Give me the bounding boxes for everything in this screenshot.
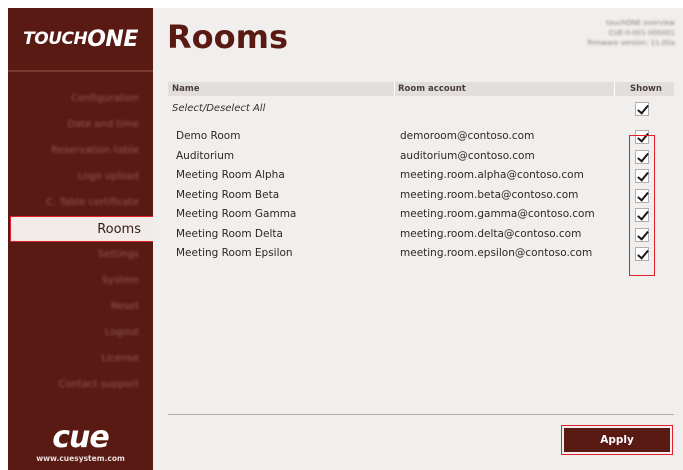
sidebar-item-date-and-time[interactable]: Date and time: [8, 112, 153, 138]
sidebar-item-contact-support[interactable]: Contact support: [8, 372, 153, 398]
room-account: meeting.room.beta@contoso.com: [400, 188, 579, 201]
column-header-account: Room account: [398, 84, 466, 94]
column-divider: [614, 82, 615, 96]
room-account: meeting.room.gamma@contoso.com: [400, 208, 595, 220]
table-row: Meeting Room Gamma meeting.room.gamma@co…: [168, 205, 674, 225]
select-all-checkbox[interactable]: [635, 102, 649, 116]
main-panel: Rooms touchONE overview CUE-0-001-000001…: [153, 8, 683, 470]
table-row: Meeting Room Delta meeting.room.delta@co…: [168, 225, 674, 245]
shown-checkbox[interactable]: [635, 169, 649, 183]
shown-checkbox[interactable]: [635, 188, 649, 203]
room-rows: Demo Room demoroom@contoso.com Auditoriu…: [168, 127, 674, 264]
room-name: Meeting Room Beta: [176, 188, 280, 201]
touchone-logo: TOUCH ONE: [8, 8, 153, 70]
sidebar-item-settings[interactable]: Settings: [8, 242, 153, 268]
room-account: auditorium@contoso.com: [400, 149, 535, 162]
sidebar-divider: [8, 70, 153, 72]
cue-logo-text: cue: [52, 420, 110, 455]
sidebar: TOUCH ONE Configuration Date and time Res…: [8, 8, 158, 470]
shown-checkbox[interactable]: [635, 130, 649, 144]
shown-checkbox[interactable]: [635, 149, 649, 164]
cue-url: www.cuesystem.com: [36, 454, 125, 463]
version-line: CUE-0-001-000001: [608, 29, 675, 37]
shown-checkbox[interactable]: [635, 247, 649, 261]
table-row: Meeting Room Epsilon meeting.room.epsilo…: [168, 244, 674, 264]
table-row: Auditorium auditorium@contoso.com: [168, 147, 674, 167]
shown-checkbox[interactable]: [635, 208, 649, 222]
sidebar-nav: Configuration Date and time Reservation …: [8, 86, 158, 398]
room-account: meeting.room.alpha@contoso.com: [400, 169, 584, 181]
column-divider: [394, 82, 395, 96]
room-account: meeting.room.epsilon@contoso.com: [400, 247, 593, 259]
table-row: Demo Room demoroom@contoso.com: [168, 127, 674, 147]
table-row: Meeting Room Alpha meeting.room.alpha@co…: [168, 166, 674, 186]
sidebar-item-system[interactable]: System: [8, 268, 153, 294]
room-account: meeting.room.delta@contoso.com: [400, 227, 582, 240]
version-info: touchONE overview CUE-0-001-000001 firmw…: [555, 18, 675, 48]
sidebar-item-reset[interactable]: Reset: [8, 294, 153, 320]
sidebar-item-license[interactable]: License: [8, 346, 153, 372]
apply-highlight: Apply: [561, 425, 673, 455]
page-title: Rooms: [167, 18, 288, 56]
select-all-row: Select/Deselect All: [168, 97, 674, 119]
logo-one-text: ONE: [87, 26, 138, 52]
room-account: demoroom@contoso.com: [400, 130, 535, 142]
select-all-label: Select/Deselect All: [172, 103, 266, 114]
room-name: Meeting Room Delta: [176, 227, 283, 240]
shown-checkbox[interactable]: [635, 227, 649, 242]
sidebar-item-configuration[interactable]: Configuration: [8, 86, 153, 112]
room-name: Meeting Room Gamma: [176, 208, 297, 220]
sidebar-item-rooms[interactable]: Rooms: [10, 216, 158, 242]
cue-logo: cue www.cuesystem.com: [8, 420, 153, 464]
version-line: touchONE overview: [606, 19, 675, 27]
rooms-table: Name Room account Shown Select/Deselect …: [168, 82, 674, 276]
footer-divider: [168, 414, 674, 415]
sidebar-item-logo-upload[interactable]: Logo upload: [8, 164, 153, 190]
table-row: Meeting Room Beta meeting.room.beta@cont…: [168, 186, 674, 206]
column-header-name: Name: [172, 84, 200, 94]
table-header: Name Room account Shown: [168, 82, 674, 96]
room-name: Meeting Room Epsilon: [176, 247, 293, 259]
apply-button[interactable]: Apply: [564, 428, 670, 452]
room-name: Meeting Room Alpha: [176, 169, 285, 181]
room-name: Demo Room: [176, 130, 241, 142]
room-name: Auditorium: [176, 149, 235, 162]
sidebar-item-certificate[interactable]: C. Table certificate: [8, 190, 153, 216]
column-header-shown: Shown: [630, 84, 662, 94]
logo-touch-text: TOUCH: [23, 29, 88, 49]
sidebar-item-reservation-table[interactable]: Reservation table: [8, 138, 153, 164]
sidebar-item-logout[interactable]: Logout: [8, 320, 153, 346]
version-line: firmware version: 11.00a: [587, 39, 675, 47]
